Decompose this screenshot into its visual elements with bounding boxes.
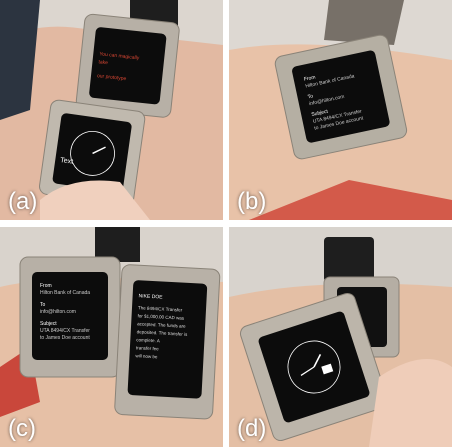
caption-a: (a) — [8, 188, 38, 215]
panel-b-photo: From Hilton Bank of Canada To info@hilto… — [229, 0, 452, 220]
top-watch-screen — [89, 27, 167, 105]
panel-d-photo — [229, 227, 452, 447]
caption-b: (b) — [237, 188, 267, 215]
caption-c: (c) — [8, 415, 36, 442]
screen-line: Hilton Bank of Canada — [40, 290, 90, 296]
panel-c: From Hilton Bank of Canada To info@hilto… — [0, 227, 223, 447]
screen-line: to James Doe account — [40, 335, 90, 341]
panel-c-photo: From Hilton Bank of Canada To info@hilto… — [0, 227, 223, 447]
screen-line: NIKE DOE — [138, 293, 163, 300]
watch-strap — [324, 237, 374, 282]
screen-line: To — [40, 302, 46, 308]
screen-line: Subject — [40, 321, 57, 327]
panel-a-photo: You can magically take our prototype Tex… — [0, 0, 223, 220]
right-module: NIKE DOE The 8494/CX Transfer for $1,000… — [114, 264, 221, 420]
panel-a: You can magically take our prototype Tex… — [0, 0, 223, 220]
top-watch: You can magically take our prototype — [75, 13, 180, 118]
screen-line: From — [40, 283, 52, 289]
panel-d: (d) — [229, 227, 452, 447]
screen-line: info@hilton.com — [40, 309, 76, 315]
screen-line: take — [98, 59, 108, 66]
figure-grid: You can magically take our prototype Tex… — [0, 0, 452, 447]
left-watch: From Hilton Bank of Canada To info@hilto… — [19, 256, 121, 378]
caption-d: (d) — [237, 415, 267, 442]
screen-line: UTA 8494/CX Transfer — [40, 328, 90, 334]
panel-b: From Hilton Bank of Canada To info@hilto… — [229, 0, 452, 220]
